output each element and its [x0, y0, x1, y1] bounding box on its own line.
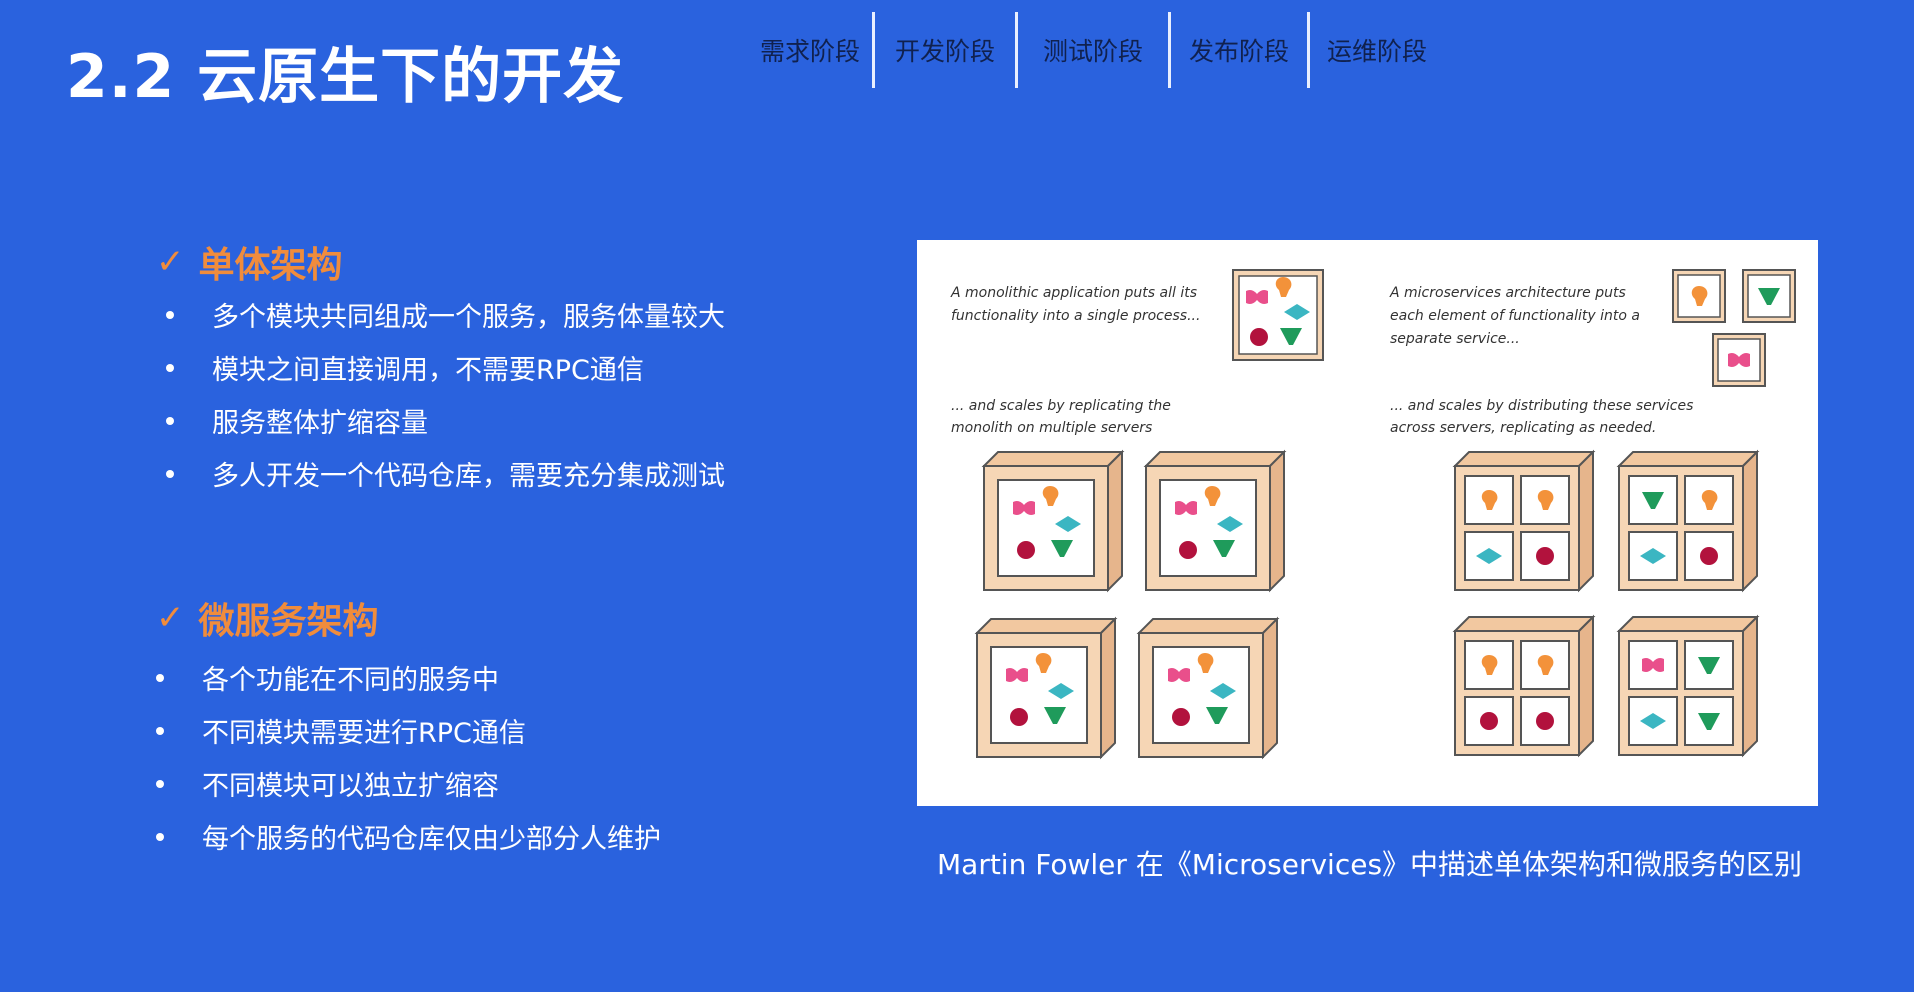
- monolith-bullet-list: 多个模块共同组成一个服务，服务体量较大 模块之间直接调用，不需要RPC通信 服务…: [166, 288, 725, 500]
- micro-scale-line-2: across servers, replicating as needed.: [1390, 420, 1656, 436]
- server-box: [974, 616, 1118, 760]
- tab-requirements[interactable]: 需求阶段: [748, 12, 875, 88]
- server-box: [1452, 449, 1596, 593]
- section-heading-text: 微服务架构: [198, 601, 379, 642]
- tab-testing[interactable]: 测试阶段: [1018, 12, 1171, 88]
- bullet-icon: [166, 363, 174, 372]
- page-title: 2.2 云原生下的开发: [66, 42, 625, 112]
- micro-desc-line-3: separate service...: [1390, 331, 1520, 347]
- micro-desc-line-1: A microservices architecture puts: [1389, 285, 1626, 301]
- checkmark-icon: ✓: [156, 242, 185, 282]
- list-item: 各个功能在不同的服务中: [156, 651, 661, 704]
- bullet-icon: [156, 779, 164, 788]
- server-box: [1452, 614, 1596, 758]
- microservice-icon-orange: [1672, 269, 1726, 323]
- bullet-icon: [156, 832, 164, 841]
- server-box: [1143, 449, 1287, 593]
- micro-desc-line-2: each element of functionality into a: [1390, 308, 1640, 324]
- mono-scale-line-1: ... and scales by replicating the: [951, 398, 1171, 414]
- monolith-server-group: [974, 449, 1287, 760]
- figure-caption: Martin Fowler 在《Microservices》中描述单体架构和微服…: [937, 848, 1803, 881]
- microservice-icon-green: [1742, 269, 1796, 323]
- mono-scale-line-2: monolith on multiple servers: [951, 420, 1152, 436]
- list-item: 不同模块需要进行RPC通信: [156, 704, 661, 757]
- bullet-icon: [156, 726, 164, 735]
- section-heading-text: 单体架构: [198, 245, 343, 286]
- section-heading-monolith: ✓ 单体架构: [156, 236, 343, 288]
- bullet-icon: [166, 416, 174, 425]
- list-item: 多人开发一个代码仓库，需要充分集成测试: [166, 447, 725, 500]
- micro-scale-line-1: ... and scales by distributing these ser…: [1390, 398, 1693, 414]
- stage-tabs: 需求阶段 开发阶段 测试阶段 发布阶段 运维阶段: [748, 12, 1444, 88]
- list-item: 多个模块共同组成一个服务，服务体量较大: [166, 288, 725, 341]
- tab-release[interactable]: 发布阶段: [1171, 12, 1310, 88]
- section-heading-microservices: ✓ 微服务架构: [156, 592, 379, 644]
- server-box: [1616, 614, 1760, 758]
- tab-development[interactable]: 开发阶段: [875, 12, 1018, 88]
- mono-desc-line-1: A monolithic application puts all its: [950, 285, 1197, 301]
- bullet-icon: [156, 673, 164, 682]
- bullet-icon: [166, 310, 174, 319]
- mono-desc-line-2: functionality into a single process...: [951, 308, 1200, 324]
- list-item: 每个服务的代码仓库仅由少部分人维护: [156, 810, 661, 863]
- server-box: [981, 449, 1125, 593]
- checkmark-icon: ✓: [156, 598, 185, 638]
- list-item: 不同模块可以独立扩缩容: [156, 757, 661, 810]
- microservice-server-group: [1452, 449, 1760, 758]
- tab-operations[interactable]: 运维阶段: [1310, 12, 1444, 88]
- server-box: [1616, 449, 1760, 593]
- list-item: 服务整体扩缩容量: [166, 394, 725, 447]
- server-box: [1136, 616, 1280, 760]
- architecture-figure: A monolithic application puts all its fu…: [917, 240, 1818, 806]
- bullet-icon: [166, 469, 174, 478]
- monolith-process-icon: [1232, 269, 1324, 361]
- architecture-diagram: A monolithic application puts all its fu…: [950, 269, 1796, 760]
- microservices-bullet-list: 各个功能在不同的服务中 不同模块需要进行RPC通信 不同模块可以独立扩缩容 每个…: [156, 651, 661, 863]
- microservice-icon-pink: [1712, 333, 1766, 387]
- list-item: 模块之间直接调用，不需要RPC通信: [166, 341, 725, 394]
